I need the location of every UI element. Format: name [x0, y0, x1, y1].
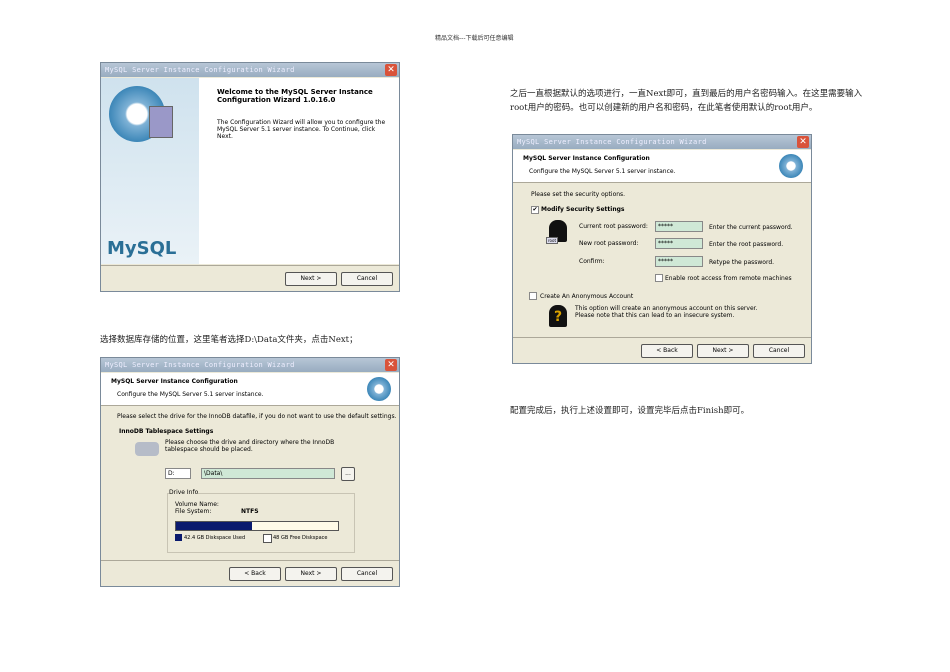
current-hint: Enter the current password.	[709, 224, 793, 231]
cancel-button[interactable]: Cancel	[753, 344, 805, 358]
drive-info-label: Drive Info	[169, 489, 199, 496]
paragraph-3: 配置完成后，执行上述设置即可，设置完毕后点击Finish即可。	[510, 406, 750, 416]
anonymous-account-checkbox[interactable]	[529, 292, 537, 300]
confirm-password-input[interactable]: *****	[655, 256, 703, 267]
welcome-heading: Welcome to the MySQL Server Instance Con…	[217, 88, 373, 104]
close-button[interactable]: ✕	[797, 136, 809, 148]
new-password-label: New root password:	[579, 240, 639, 247]
dialog-subtitle: Configure the MySQL Server 5.1 server in…	[117, 391, 264, 398]
next-button[interactable]: Next >	[697, 344, 749, 358]
welcome-dialog: MySQL Server Instance Configuration Wiza…	[100, 62, 400, 292]
cancel-button[interactable]: Cancel	[341, 272, 393, 286]
welcome-text: The Configuration Wizard will allow you …	[217, 119, 386, 140]
close-button[interactable]: ✕	[385, 64, 397, 76]
fs-value: NTFS	[241, 508, 259, 515]
anonymous-user-icon: ?	[549, 305, 567, 327]
security-dialog: MySQL Server Instance Configuration Wiza…	[512, 134, 812, 364]
volume-label: Volume Name:	[175, 501, 219, 508]
disk-usage-bar	[175, 521, 339, 531]
title-bar: MySQL Server Instance Configuration Wiza…	[101, 358, 399, 372]
paragraph-1: 之后一直根据默认的选项进行，一直Next即可，直到最后的用户名密码输入。在这里需…	[510, 89, 863, 113]
title-bar: MySQL Server Instance Configuration Wiza…	[513, 135, 811, 149]
innodb-dialog: MySQL Server Instance Configuration Wiza…	[100, 357, 400, 587]
intro-text: Please set the security options.	[531, 191, 626, 198]
dialog-subtitle: Configure the MySQL Server 5.1 server in…	[529, 168, 676, 175]
dialog-title: MySQL Server Instance Configuration	[523, 155, 650, 162]
mysql-logo: MySQL	[107, 238, 177, 259]
back-button[interactable]: < Back	[229, 567, 281, 581]
paragraph-2: 选择数据库存储的位置，这里笔者选择D:\Data文件夹，点击Next；	[100, 335, 358, 345]
back-button[interactable]: < Back	[641, 344, 693, 358]
intro-text: Please select the drive for the InnoDB d…	[117, 413, 397, 420]
browse-button[interactable]: ...	[341, 467, 355, 481]
side-banner: MySQL	[101, 78, 199, 264]
used-swatch	[175, 534, 182, 541]
used-label: 42.4 GB Diskspace Used	[184, 535, 246, 541]
close-button[interactable]: ✕	[385, 359, 397, 371]
new-hint: Enter the root password.	[709, 241, 784, 248]
confirm-label: Confirm:	[579, 258, 605, 265]
current-password-input[interactable]: *****	[655, 221, 703, 232]
page-header: 精品文档---下载后可任意编辑	[435, 35, 514, 42]
gear-icon	[779, 154, 803, 178]
drive-icon	[135, 442, 159, 456]
current-password-label: Current root password:	[579, 223, 648, 230]
modify-security-checkbox[interactable]: ✔	[531, 206, 539, 214]
root-tag: root	[546, 237, 559, 244]
server-icon	[149, 106, 173, 138]
confirm-hint: Retype the password.	[709, 259, 775, 266]
section-title: InnoDB Tablespace Settings	[119, 428, 214, 435]
free-label: 48 GB Free Diskspace	[273, 535, 328, 541]
description: Please choose the drive and directory wh…	[165, 439, 335, 453]
title-bar: MySQL Server Instance Configuration Wiza…	[101, 63, 399, 77]
drive-select[interactable]: D:	[165, 468, 191, 479]
next-button[interactable]: Next >	[285, 272, 337, 286]
modify-security-label: Modify Security Settings	[541, 206, 625, 213]
gear-icon	[367, 377, 391, 401]
free-swatch	[263, 534, 272, 543]
cancel-button[interactable]: Cancel	[341, 567, 393, 581]
next-button[interactable]: Next >	[285, 567, 337, 581]
remote-access-checkbox[interactable]	[655, 274, 663, 282]
anonymous-description: This option will create an anonymous acc…	[575, 305, 758, 319]
path-select[interactable]: \Data\	[201, 468, 335, 479]
remote-access-label: Enable root access from remote machines	[665, 275, 792, 282]
dialog-title: MySQL Server Instance Configuration	[111, 378, 238, 385]
new-password-input[interactable]: *****	[655, 238, 703, 249]
fs-label: File System:	[175, 508, 212, 515]
anonymous-account-label: Create An Anonymous Account	[540, 293, 634, 300]
